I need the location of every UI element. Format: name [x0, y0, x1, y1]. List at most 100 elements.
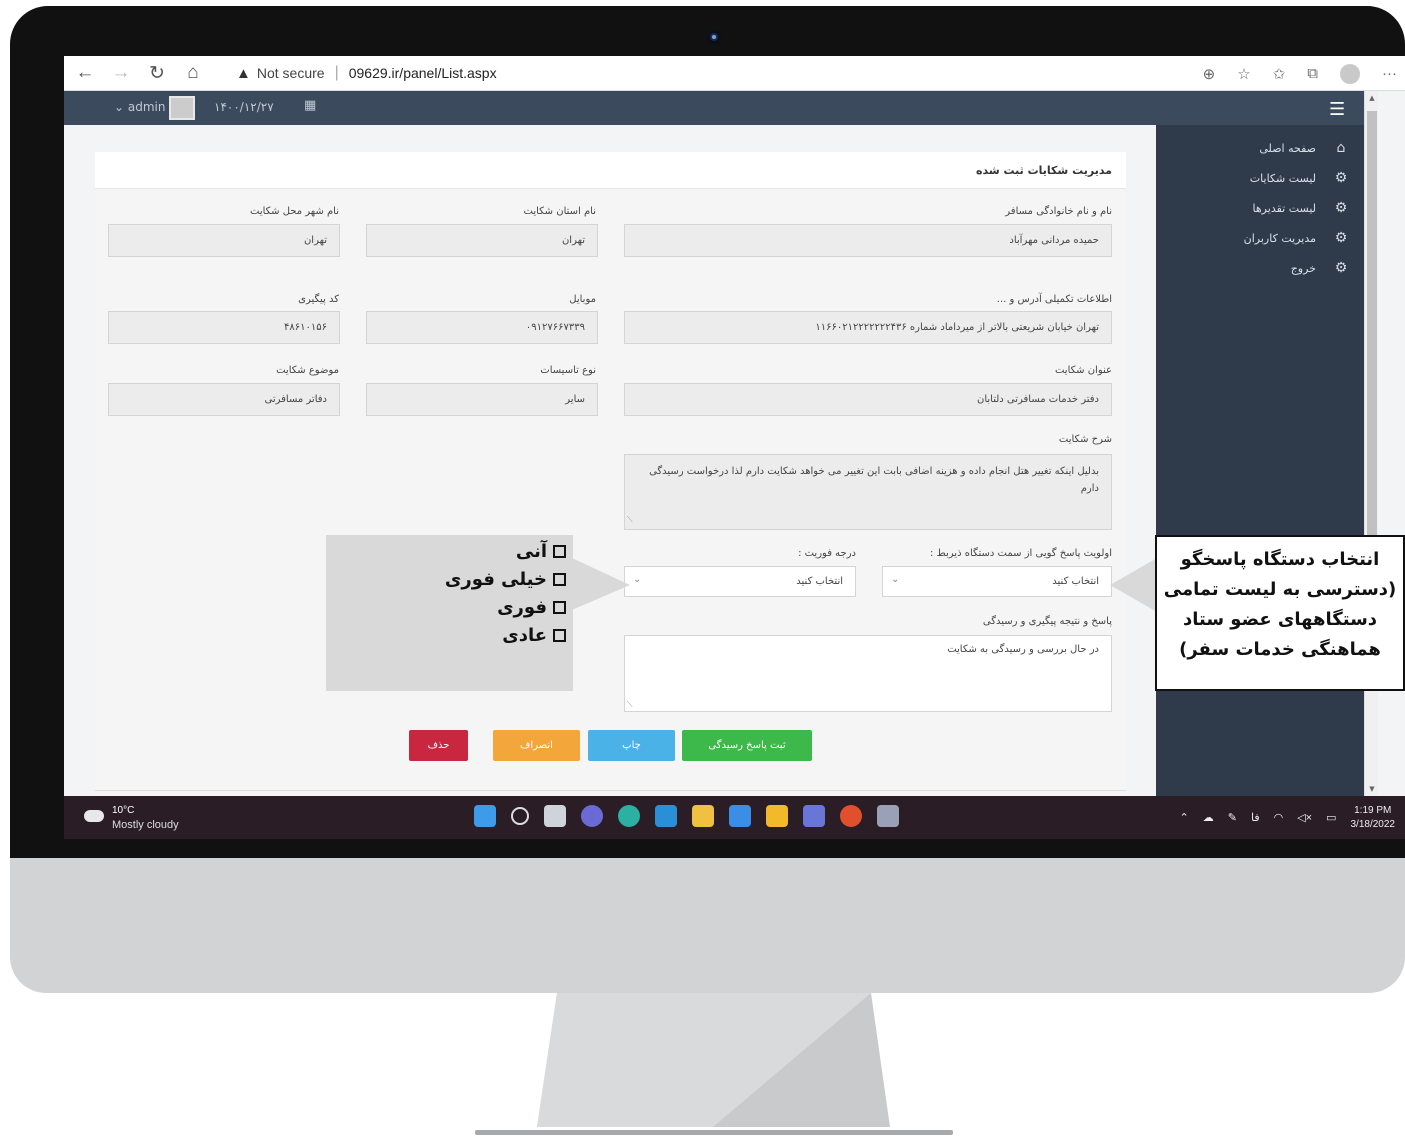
- facility-type-field[interactable]: سایر: [366, 383, 598, 416]
- sidebar-item-label: خروج: [1290, 261, 1316, 275]
- windows-start-icon[interactable]: [474, 805, 496, 827]
- urgency-select[interactable]: انتخاب کنید ⌄: [624, 566, 856, 597]
- menu-icon[interactable]: ☰: [1329, 99, 1345, 120]
- zoom-icon[interactable]: ⊕: [1203, 65, 1216, 83]
- responder-select-value: انتخاب کنید: [1052, 576, 1099, 587]
- wifi-icon[interactable]: ◠: [1274, 811, 1284, 824]
- tracking-code-field[interactable]: ۴۸۶۱۰۱۵۶: [108, 311, 340, 344]
- task-view-icon[interactable]: [544, 805, 566, 827]
- cloud-icon[interactable]: [84, 810, 104, 822]
- chat-icon[interactable]: [581, 805, 603, 827]
- sidebar-item-users[interactable]: ⚙ مدیریت کاربران: [1156, 223, 1364, 253]
- address-bar[interactable]: 09629.ir/panel/List.aspx: [349, 65, 497, 81]
- urgency-option: خیلی فوری: [445, 569, 566, 590]
- battery-icon[interactable]: ▭: [1326, 811, 1336, 824]
- keyboard-language[interactable]: فا: [1251, 811, 1260, 824]
- sidebar-item-home[interactable]: ⌂ صفحه اصلی: [1156, 133, 1364, 163]
- urgency-option-label: فوری: [497, 597, 547, 618]
- search-icon[interactable]: [511, 807, 529, 825]
- weather-description[interactable]: Mostly cloudy: [112, 819, 179, 831]
- security-status[interactable]: Not secure: [257, 65, 325, 81]
- submit-response-button[interactable]: ثبت پاسخ رسیدگی: [682, 730, 812, 761]
- forward-arrow-icon[interactable]: →: [106, 58, 136, 88]
- warning-icon[interactable]: ▲: [236, 65, 251, 82]
- panel-header: مدیریت شکایات ثبت شده: [95, 152, 1126, 189]
- volume-icon[interactable]: ◁×: [1297, 811, 1312, 824]
- gear-icon: ⚙: [1334, 170, 1348, 186]
- callout-arrow-right: [1110, 558, 1157, 612]
- pen-icon[interactable]: ✎: [1228, 811, 1237, 824]
- user-menu[interactable]: ⌄ admin: [114, 100, 165, 114]
- weather-temperature[interactable]: 10°C: [112, 805, 134, 816]
- resize-handle-icon[interactable]: ⟋: [627, 511, 633, 528]
- sidebar-item-label: مدیریت کاربران: [1243, 231, 1316, 245]
- page-title: مدیریت شکایات ثبت شده: [976, 164, 1112, 177]
- priority-body-label: اولویت پاسخ گویی از سمت دستگاه ذیربط :: [929, 548, 1112, 559]
- reload-icon[interactable]: ↻: [142, 58, 172, 88]
- chevron-up-icon[interactable]: ⌃: [1180, 811, 1189, 824]
- store-icon[interactable]: [803, 805, 825, 827]
- scroll-thumb[interactable]: [1367, 111, 1377, 561]
- callout-arrow-left: [572, 558, 630, 610]
- province-field[interactable]: تهران: [366, 224, 598, 257]
- snipping-tool-icon[interactable]: [877, 805, 899, 827]
- address-field[interactable]: تهران خیابان شریعتی بالاتر از میرداماد ش…: [624, 311, 1112, 344]
- monitor-chin: [10, 858, 1405, 993]
- screen: ← → ↻ ⌂ ▲ Not secure | 09629.ir/panel/Li…: [64, 56, 1405, 839]
- profile-icon[interactable]: [1340, 63, 1360, 84]
- sidebar-item-appreciations[interactable]: ⚙ لیست تقدیرها: [1156, 193, 1364, 223]
- sticky-notes-icon[interactable]: [766, 805, 788, 827]
- system-tray: ⌃ ☁ ✎ فا ◠ ◁× ▭ 1:19 PM 3/18/2022: [1180, 796, 1395, 839]
- facility-type-label: نوع تاسیسات: [540, 365, 596, 376]
- onedrive-icon[interactable]: ☁: [1203, 811, 1214, 824]
- urgency-options-callout: آنی خیلی فوری فوری عادی: [326, 535, 573, 691]
- description-label: شرح شکایت: [1058, 434, 1112, 445]
- avatar[interactable]: [169, 96, 195, 120]
- gear-icon: ⚙: [1334, 200, 1348, 216]
- file-explorer-icon[interactable]: [692, 805, 714, 827]
- city-field[interactable]: تهران: [108, 224, 340, 257]
- responder-select[interactable]: انتخاب کنید ⌄: [882, 566, 1112, 597]
- delete-button[interactable]: حذف: [409, 730, 468, 761]
- favorites-icon[interactable]: ✩: [1273, 65, 1286, 83]
- mobile-field[interactable]: ۰۹۱۲۷۶۶۷۳۳۹: [366, 311, 598, 344]
- sidebar-item-label: لیست تقدیرها: [1252, 201, 1316, 215]
- todo-icon[interactable]: [729, 805, 751, 827]
- passenger-name-label: نام و نام خانوادگی مسافر: [1005, 206, 1112, 217]
- system-clock[interactable]: 1:19 PM 3/18/2022: [1351, 804, 1396, 832]
- collections-icon[interactable]: ⧉: [1307, 65, 1318, 82]
- response-text: در حال بررسی و رسیدگی به شکایت: [947, 644, 1099, 655]
- sidebar-item-complaints[interactable]: ⚙ لیست شکایات: [1156, 163, 1364, 193]
- print-button[interactable]: چاپ: [588, 730, 675, 761]
- city-label: نام شهر محل شکایت: [250, 206, 339, 217]
- monitor-stand: [475, 993, 953, 1135]
- mobile-label: موبایل: [569, 294, 596, 305]
- more-menu-icon[interactable]: ···: [1382, 65, 1397, 82]
- powerpoint-icon[interactable]: [840, 805, 862, 827]
- responder-note-line: دستگاههای عضو ستاد: [1182, 609, 1378, 630]
- complaint-title-field[interactable]: دفتر خدمات مسافرتی دلتابان: [624, 383, 1112, 416]
- responder-note-line: انتخاب دستگاه پاسخگو: [1180, 549, 1380, 570]
- favorite-add-icon[interactable]: ☆: [1237, 65, 1250, 83]
- scroll-down-icon[interactable]: ▼: [1365, 785, 1379, 793]
- address-label: اطلاعات تکمیلی آدرس و ...: [996, 294, 1112, 305]
- edge-browser-icon[interactable]: [618, 805, 640, 827]
- cancel-button[interactable]: انصراف: [493, 730, 580, 761]
- resize-handle-icon[interactable]: ⟋: [627, 700, 633, 710]
- mail-icon[interactable]: [655, 805, 677, 827]
- responder-note-callout: انتخاب دستگاه پاسخگو (دسترسی به لیست تما…: [1155, 535, 1405, 691]
- scroll-up-icon[interactable]: ▲: [1365, 94, 1379, 102]
- browser-toolbar: ← → ↻ ⌂ ▲ Not secure | 09629.ir/panel/Li…: [64, 56, 1405, 91]
- urgency-option: آنی: [516, 541, 566, 562]
- description-textarea[interactable]: بدلیل اینکه تغییر هتل انجام داده و هزینه…: [624, 454, 1112, 530]
- sidebar-item-logout[interactable]: ⚙ خروج: [1156, 253, 1364, 283]
- back-arrow-icon[interactable]: ←: [70, 58, 100, 88]
- response-textarea[interactable]: در حال بررسی و رسیدگی به شکایت ⟋: [624, 635, 1112, 712]
- checkbox-icon: [553, 545, 566, 558]
- sidebar: ⌂ صفحه اصلی ⚙ لیست شکایات ⚙ لیست تقدیرها…: [1156, 125, 1364, 796]
- home-icon[interactable]: ⌂: [178, 58, 208, 88]
- urgency-label: درجه فوریت :: [798, 548, 856, 559]
- complaint-subject-field[interactable]: دفاتر مسافرتی: [108, 383, 340, 416]
- passenger-name-field[interactable]: حمیده مردانی مهرآباد: [624, 224, 1112, 257]
- sidebar-item-label: صفحه اصلی: [1259, 141, 1316, 155]
